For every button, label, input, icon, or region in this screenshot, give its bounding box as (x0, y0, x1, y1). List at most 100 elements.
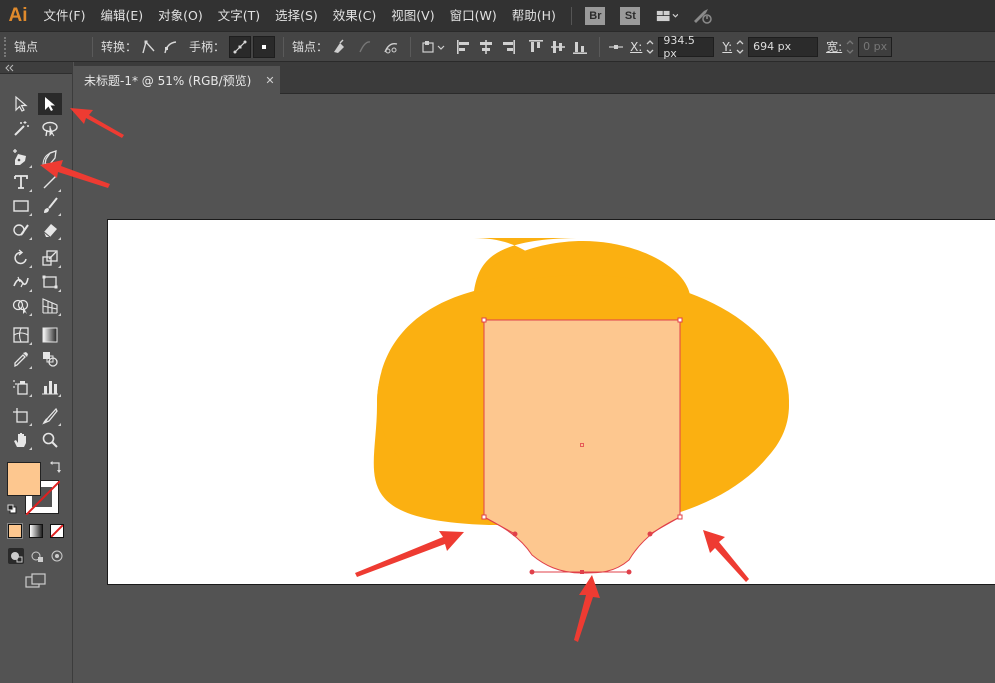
line-segment-tool[interactable] (38, 171, 62, 193)
anchor-point[interactable] (677, 317, 683, 323)
convert-to-corner-icon[interactable] (137, 36, 159, 58)
x-position-field[interactable]: 934.5 px (658, 34, 715, 60)
remove-anchor-icon[interactable] (328, 36, 350, 58)
menu-file[interactable]: 文件(F) (36, 0, 93, 31)
show-handles-icon[interactable] (229, 35, 252, 58)
document-tab[interactable]: 未标题-1* @ 51% (RGB/预览) ✕ (74, 66, 280, 94)
slice-icon (42, 407, 58, 425)
magnifier-icon (42, 432, 58, 448)
draw-inside-icon[interactable] (49, 548, 65, 564)
selection-tool[interactable] (9, 93, 33, 115)
canvas-area[interactable] (74, 95, 995, 683)
hand-tool[interactable] (9, 429, 33, 451)
menu-object[interactable]: 对象(O) (151, 0, 211, 31)
magic-wand-tool[interactable] (9, 118, 33, 140)
draw-normal-icon[interactable] (8, 548, 24, 564)
default-colors-icon[interactable] (7, 503, 17, 514)
handle-point[interactable] (626, 569, 632, 575)
rectangle-tool[interactable] (9, 195, 33, 217)
x-stepper-icon[interactable] (644, 38, 656, 56)
scale-tool[interactable] (38, 247, 62, 269)
shaper-tool[interactable] (9, 219, 33, 241)
handle-point[interactable] (529, 569, 535, 575)
artboard-tool[interactable] (9, 405, 33, 427)
menu-type[interactable]: 文字(T) (210, 0, 267, 31)
gradient-mode-button[interactable] (29, 524, 43, 538)
direct-selection-tool[interactable] (38, 93, 62, 115)
align-vertical-center-icon[interactable] (547, 36, 569, 58)
menu-help[interactable]: 帮助(H) (504, 0, 563, 31)
anchor-point[interactable] (481, 514, 487, 520)
slice-tool[interactable] (38, 405, 62, 427)
eyedropper-icon (14, 352, 28, 368)
zoom-tool[interactable] (38, 429, 62, 451)
gpu-performance-icon[interactable] (692, 7, 714, 25)
handle-point[interactable] (512, 531, 518, 537)
paintbrush-tool[interactable] (38, 195, 62, 217)
connect-anchors-icon (354, 36, 376, 58)
tools-panel-header[interactable] (0, 62, 72, 74)
selected-anchor-point[interactable] (580, 570, 584, 574)
menu-edit[interactable]: 编辑(E) (93, 0, 151, 31)
mesh-tool[interactable] (9, 324, 33, 346)
blend-tool[interactable] (38, 348, 62, 370)
align-bottom-icon[interactable] (569, 36, 591, 58)
convert-to-smooth-icon[interactable] (159, 36, 181, 58)
control-bar: 锚点 转换： 手柄： 锚点： X: 934.5 px Y: 694 px 宽: … (0, 31, 995, 62)
collapse-panel-icon[interactable] (4, 64, 14, 72)
menu-select[interactable]: 选择(S) (268, 0, 326, 31)
pen-tool[interactable] (9, 147, 33, 169)
menu-window[interactable]: 窗口(W) (442, 0, 504, 31)
fill-swatch-front[interactable] (7, 462, 41, 496)
align-right-icon[interactable] (497, 36, 519, 58)
isolate-mask-icon[interactable] (419, 36, 449, 58)
color-mode-button[interactable] (8, 524, 22, 538)
menu-view[interactable]: 视图(V) (384, 0, 442, 31)
y-position-field[interactable]: 694 px (748, 36, 819, 57)
cut-path-icon[interactable] (380, 36, 402, 58)
column-graph-tool[interactable] (38, 376, 62, 398)
artwork-layer[interactable] (74, 95, 995, 683)
rotate-tool[interactable] (9, 247, 33, 269)
anchor-section-label: 锚点 (14, 40, 39, 54)
anchors-label: 锚点： (292, 40, 329, 54)
annotation-arrow (574, 575, 600, 642)
anchor-point[interactable] (677, 514, 683, 520)
align-horizontal-center-icon[interactable] (475, 36, 497, 58)
eraser-icon (43, 224, 57, 238)
separator (599, 36, 601, 57)
none-mode-button[interactable] (50, 524, 64, 538)
type-tool[interactable] (9, 171, 33, 193)
screen-mode-icon[interactable] (23, 572, 49, 590)
gradient-tool[interactable] (38, 324, 62, 346)
arrange-documents-icon[interactable] (656, 7, 679, 25)
align-top-icon[interactable] (525, 36, 547, 58)
hide-handles-icon[interactable] (253, 35, 276, 58)
eraser-tool[interactable] (38, 219, 62, 241)
bridge-button[interactable]: Br (585, 6, 606, 25)
shaper-icon (13, 224, 29, 236)
menu-effect[interactable]: 效果(C) (325, 0, 383, 31)
panel-grip[interactable] (4, 36, 8, 57)
eyedropper-tool[interactable] (9, 348, 33, 370)
column-graph-icon (42, 381, 58, 395)
shape-builder-icon (12, 299, 29, 314)
draw-behind-icon[interactable] (29, 548, 45, 564)
anchor-point[interactable] (481, 317, 487, 323)
handle-point[interactable] (647, 531, 653, 537)
width-label: 宽: (826, 40, 843, 54)
reference-point-icon[interactable] (608, 36, 624, 58)
lasso-tool[interactable] (38, 118, 62, 140)
curvature-tool[interactable] (38, 147, 62, 169)
align-left-icon[interactable] (453, 36, 475, 58)
swap-fill-stroke-icon[interactable] (49, 460, 63, 474)
scale-icon (42, 250, 58, 266)
free-transform-tool[interactable] (38, 271, 62, 293)
y-stepper-icon[interactable] (734, 38, 746, 56)
symbol-sprayer-tool[interactable] (9, 376, 33, 398)
stock-button[interactable]: St (620, 6, 641, 25)
width-tool[interactable] (9, 271, 33, 293)
shape-builder-tool[interactable] (9, 295, 33, 317)
close-tab-icon[interactable]: ✕ (265, 74, 274, 87)
perspective-grid-tool[interactable] (38, 295, 62, 317)
